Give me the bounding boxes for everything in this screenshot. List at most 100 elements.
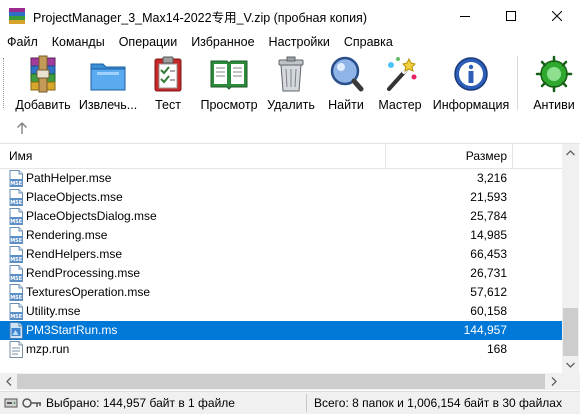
column-divider[interactable] bbox=[512, 144, 513, 169]
file-size: 3,216 bbox=[476, 171, 507, 185]
mse-file-icon: MSE bbox=[9, 246, 23, 263]
close-button[interactable] bbox=[534, 0, 580, 32]
info-label: Информация bbox=[432, 98, 510, 112]
delete-label: Удалить bbox=[267, 98, 315, 112]
file-row[interactable]: MSE RendProcessing.mse 26,731 bbox=[0, 264, 562, 283]
chevron-left-icon bbox=[5, 377, 11, 386]
svg-text:MSE: MSE bbox=[10, 238, 23, 244]
svg-text:MSE: MSE bbox=[10, 257, 23, 263]
up-folder-button[interactable] bbox=[14, 120, 30, 136]
file-size: 25,784 bbox=[470, 209, 507, 223]
file-row[interactable]: PM3StartRun.ms 144,957 bbox=[0, 321, 562, 340]
view-label: Просмотр bbox=[200, 98, 258, 112]
column-header-name[interactable]: Имя bbox=[0, 144, 385, 168]
close-icon bbox=[552, 11, 562, 21]
test-clipboard-icon bbox=[148, 54, 188, 94]
file-row[interactable]: MSE Utility.mse 60,158 bbox=[0, 302, 562, 321]
file-row[interactable]: mzp.run 168 bbox=[0, 340, 562, 359]
minimize-button[interactable] bbox=[442, 0, 488, 32]
extract-button[interactable]: Извлечь... bbox=[76, 54, 140, 114]
file-size: 26,731 bbox=[470, 266, 507, 280]
file-size: 168 bbox=[486, 342, 507, 356]
svg-text:MSE: MSE bbox=[10, 314, 23, 320]
window-title: ProjectManager_3_Max14-2022专用_V.zip (про… bbox=[33, 10, 367, 25]
maximize-button[interactable] bbox=[488, 0, 534, 32]
file-list: Имя Размер MSE PathHelper.mse 3,216 MSE Plac… bbox=[0, 143, 580, 390]
ms-file-icon bbox=[9, 322, 23, 339]
file-row[interactable]: MSE TexturesOperation.mse 57,612 bbox=[0, 283, 562, 302]
antivirus-button[interactable]: Антиви bbox=[524, 54, 580, 114]
file-row[interactable]: MSE Rendering.mse 14,985 bbox=[0, 226, 562, 245]
file-row[interactable]: MSE PlaceObjectsDialog.mse 25,784 bbox=[0, 207, 562, 226]
minimize-icon bbox=[460, 16, 470, 17]
mse-file-icon: MSE bbox=[9, 189, 23, 206]
scroll-down-button[interactable] bbox=[562, 356, 579, 373]
test-button[interactable]: Тест bbox=[146, 54, 190, 114]
chevron-up-icon bbox=[566, 149, 575, 155]
delete-button[interactable]: Удалить bbox=[266, 54, 316, 114]
view-book-icon bbox=[209, 54, 249, 94]
find-button[interactable]: Найти bbox=[324, 54, 368, 114]
mse-file-icon: MSE bbox=[9, 303, 23, 320]
view-button[interactable]: Просмотр bbox=[196, 54, 262, 114]
maximize-icon bbox=[506, 11, 516, 21]
scroll-up-button[interactable] bbox=[562, 144, 579, 161]
mse-file-icon: MSE bbox=[9, 208, 23, 225]
chevron-right-icon bbox=[551, 377, 557, 386]
mse-file-icon: MSE bbox=[9, 284, 23, 301]
wizard-label: Мастер bbox=[378, 98, 422, 112]
add-label: Добавить bbox=[15, 98, 71, 112]
svg-text:MSE: MSE bbox=[10, 219, 23, 225]
scroll-left-button[interactable] bbox=[0, 373, 17, 390]
drive-icon[interactable] bbox=[4, 396, 18, 410]
vertical-scroll-thumb[interactable] bbox=[563, 308, 578, 356]
scroll-right-button[interactable] bbox=[545, 373, 562, 390]
file-name: RendHelpers.mse bbox=[26, 247, 123, 261]
file-row[interactable]: MSE PathHelper.mse 3,216 bbox=[0, 169, 562, 188]
menu-file[interactable]: Файл bbox=[0, 32, 45, 52]
extract-folder-icon bbox=[88, 54, 128, 94]
title-bar: ProjectManager_3_Max14-2022专用_V.zip (про… bbox=[0, 0, 580, 32]
file-row[interactable]: MSE PlaceObjects.mse 21,593 bbox=[0, 188, 562, 207]
status-bar: Выбрано: 144,957 байт в 1 файле Всего: 8… bbox=[0, 391, 580, 414]
toolbar-grip[interactable] bbox=[3, 58, 6, 108]
file-size: 144,957 bbox=[463, 323, 507, 337]
file-size: 57,612 bbox=[470, 285, 507, 299]
winrar-app-icon[interactable] bbox=[9, 8, 25, 24]
info-icon bbox=[451, 54, 491, 94]
file-name: Rendering.mse bbox=[26, 228, 108, 242]
file-name: PM3StartRun.ms bbox=[26, 323, 118, 337]
antivirus-label: Антиви bbox=[533, 98, 575, 112]
magic-wand-icon bbox=[380, 54, 420, 94]
file-name: PlaceObjects.mse bbox=[26, 190, 123, 204]
file-name: RendProcessing.mse bbox=[26, 266, 141, 280]
file-name: PlaceObjectsDialog.mse bbox=[26, 209, 157, 223]
horizontal-scrollbar[interactable] bbox=[0, 373, 562, 390]
menu-operations[interactable]: Операции bbox=[112, 32, 184, 52]
antivirus-icon bbox=[534, 54, 574, 94]
menu-help[interactable]: Справка bbox=[337, 32, 400, 52]
vertical-scrollbar[interactable] bbox=[562, 144, 579, 373]
chevron-down-icon bbox=[566, 362, 575, 368]
add-button[interactable]: Добавить bbox=[14, 54, 72, 114]
info-button[interactable]: Информация bbox=[432, 54, 510, 114]
status-total: Всего: 8 папок и 1,006,154 байт в 30 фай… bbox=[314, 396, 562, 410]
horizontal-scroll-thumb[interactable] bbox=[17, 374, 545, 389]
status-selected: Выбрано: 144,957 байт в 1 файле bbox=[46, 396, 235, 410]
extract-label: Извлечь... bbox=[78, 98, 138, 112]
menu-favorites[interactable]: Избранное bbox=[184, 32, 261, 52]
file-row[interactable]: MSE RendHelpers.mse 66,453 bbox=[0, 245, 562, 264]
status-divider bbox=[306, 394, 307, 412]
file-name: Utility.mse bbox=[26, 304, 81, 318]
toolbar: Добавить Извлечь... Тест Просмотр Удалит… bbox=[0, 52, 580, 116]
column-header-size[interactable]: Размер bbox=[386, 144, 512, 168]
mse-file-icon: MSE bbox=[9, 170, 23, 187]
find-label: Найти bbox=[328, 98, 364, 112]
menu-commands[interactable]: Команды bbox=[45, 32, 112, 52]
svg-text:MSE: MSE bbox=[10, 200, 23, 206]
key-icon[interactable] bbox=[22, 396, 42, 410]
wizard-button[interactable]: Мастер bbox=[376, 54, 424, 114]
trash-can-icon bbox=[271, 54, 311, 94]
svg-text:MSE: MSE bbox=[10, 181, 23, 187]
menu-settings[interactable]: Настройки bbox=[262, 32, 337, 52]
